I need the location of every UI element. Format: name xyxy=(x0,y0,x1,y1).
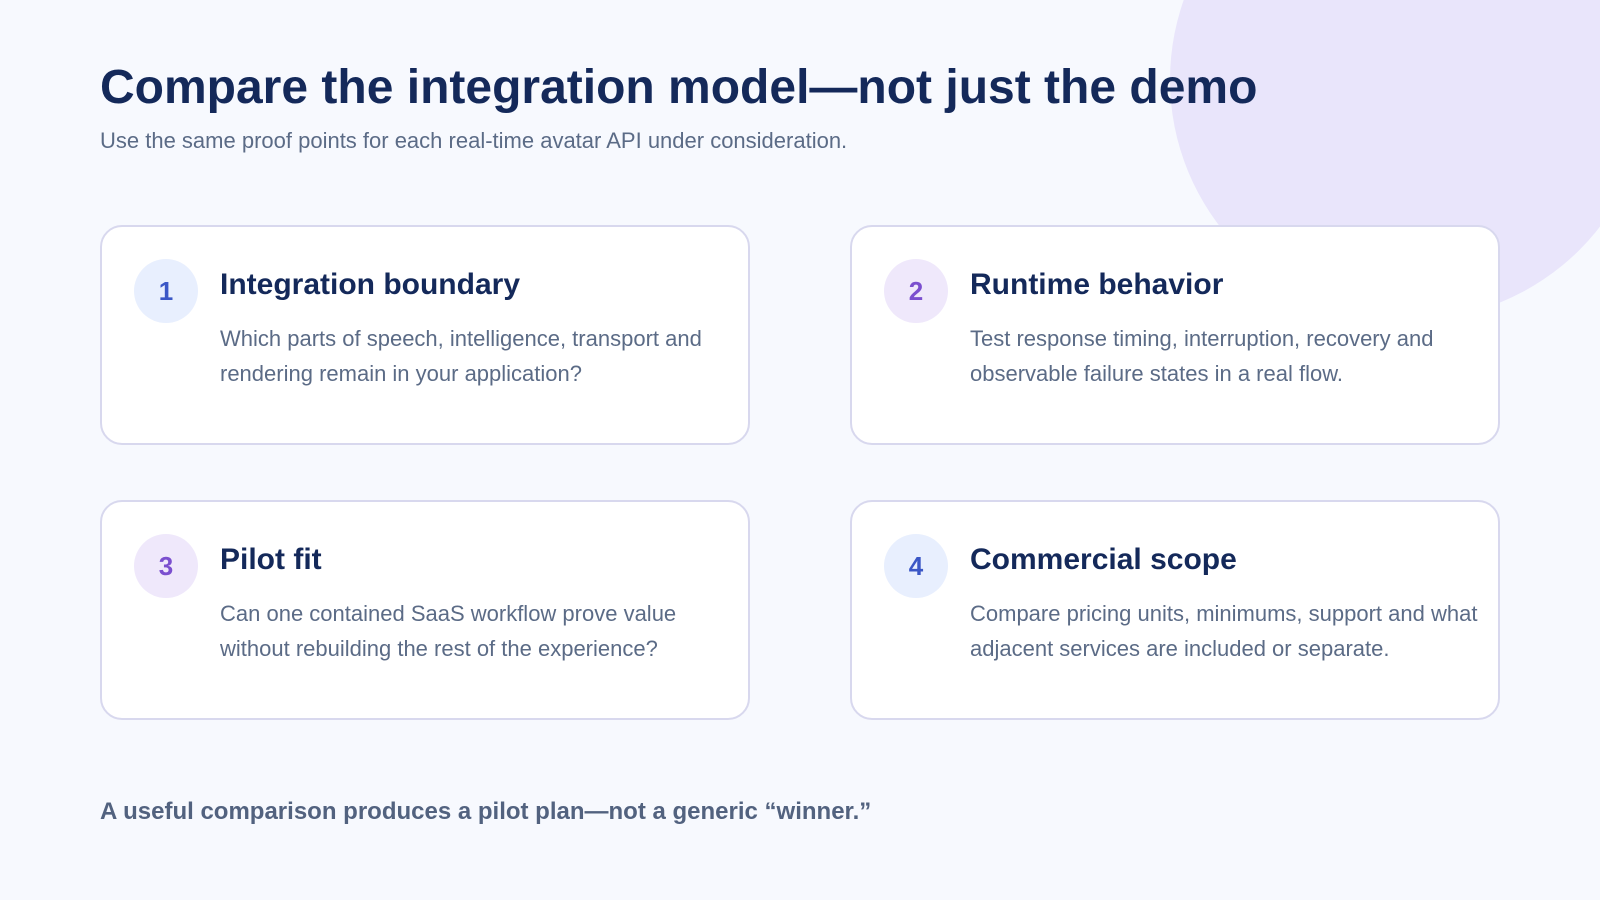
card-description: Test response timing, interruption, reco… xyxy=(970,326,1434,386)
step-number-badge: 4 xyxy=(884,534,948,598)
card-title: Runtime behavior xyxy=(970,268,1224,301)
card-title: Integration boundary xyxy=(220,268,520,301)
card-commercial-scope: 4 Commercial scope Compare pricing units… xyxy=(850,500,1500,720)
card-integration-boundary: 1 Integration boundary Which parts of sp… xyxy=(100,225,750,445)
card-pilot-fit: 3 Pilot fit Can one contained SaaS workf… xyxy=(100,500,750,720)
card-title: Pilot fit xyxy=(220,543,322,576)
card-description: Which parts of speech, intelligence, tra… xyxy=(220,326,702,386)
page-title: Compare the integration model—not just t… xyxy=(100,61,1258,114)
step-number-badge: 3 xyxy=(134,534,198,598)
card-description: Can one contained SaaS workflow prove va… xyxy=(220,601,677,661)
card-runtime-behavior: 2 Runtime behavior Test response timing,… xyxy=(850,225,1500,445)
step-number-badge: 1 xyxy=(134,259,198,323)
step-number-badge: 2 xyxy=(884,259,948,323)
page-subtitle: Use the same proof points for each real-… xyxy=(100,128,848,153)
card-title: Commercial scope xyxy=(970,543,1237,576)
footer-note: A useful comparison produces a pilot pla… xyxy=(100,798,872,825)
card-description: Compare pricing units, minimums, support… xyxy=(970,601,1478,661)
